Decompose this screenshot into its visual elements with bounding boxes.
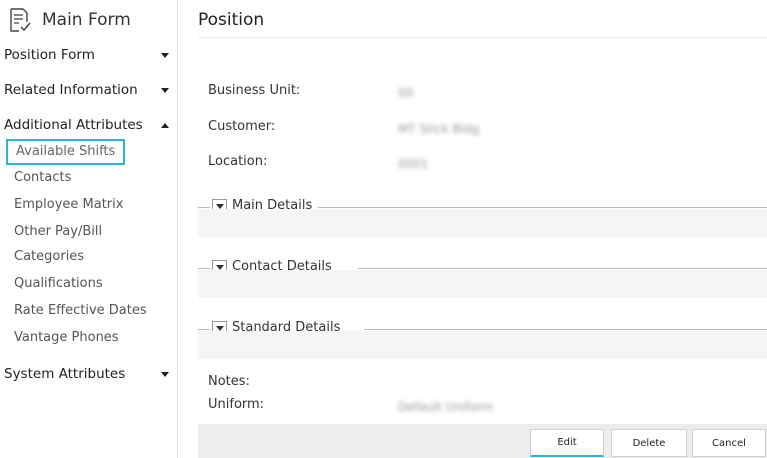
sidebar-item-contacts[interactable]: Contacts bbox=[14, 168, 71, 188]
section-body-main-details bbox=[198, 209, 767, 237]
title-divider bbox=[198, 37, 767, 38]
sidebar-item-available-shifts[interactable]: Available Shifts bbox=[6, 139, 126, 165]
business-unit-label: Business Unit: bbox=[208, 83, 301, 98]
sidebar-section-label: Additional Attributes bbox=[4, 117, 143, 133]
sidebar-section-additional-attributes[interactable]: Additional Attributes bbox=[4, 114, 173, 136]
sidebar-item-other-pay-bill[interactable]: Other Pay/Bill bbox=[14, 222, 102, 242]
uniform-label: Uniform: bbox=[208, 397, 265, 412]
customer-label: Customer: bbox=[208, 119, 276, 134]
uniform-value: Default Uniform bbox=[398, 400, 494, 414]
chevron-up-icon bbox=[161, 122, 169, 128]
section-divider bbox=[198, 268, 210, 269]
sidebar-section-label: System Attributes bbox=[4, 366, 126, 382]
main-content: Position Business Unit: 00 Customer: MT … bbox=[178, 0, 767, 458]
sidebar-header: Main Form bbox=[8, 6, 131, 34]
sidebar-item-vantage-phones[interactable]: Vantage Phones bbox=[14, 328, 119, 348]
section-body-contact-details bbox=[198, 270, 767, 298]
section-divider bbox=[318, 207, 767, 208]
chevron-down-icon bbox=[161, 87, 169, 93]
sidebar-item-employee-matrix[interactable]: Employee Matrix bbox=[14, 195, 123, 215]
cancel-button[interactable]: Cancel bbox=[692, 429, 766, 457]
sidebar-item-qualifications[interactable]: Qualifications bbox=[14, 274, 103, 294]
notes-label: Notes: bbox=[208, 374, 250, 389]
sidebar-section-label: Position Form bbox=[4, 47, 95, 63]
action-bar: Edit Delete Cancel bbox=[198, 424, 767, 458]
location-label: Location: bbox=[208, 154, 268, 169]
edit-button[interactable]: Edit bbox=[530, 429, 604, 457]
business-unit-value: 00 bbox=[398, 86, 414, 100]
section-divider bbox=[198, 329, 210, 330]
chevron-down-icon bbox=[161, 52, 169, 58]
sidebar-section-related-information[interactable]: Related Information bbox=[4, 79, 173, 101]
sidebar-item-categories[interactable]: Categories bbox=[14, 247, 84, 267]
sidebar-section-system-attributes[interactable]: System Attributes bbox=[4, 363, 173, 385]
chevron-down-icon bbox=[161, 371, 169, 377]
page-title: Position bbox=[198, 10, 265, 30]
sidebar-section-label: Related Information bbox=[4, 82, 138, 98]
section-divider bbox=[198, 207, 210, 208]
sidebar: Main Form Position Form Related Informat… bbox=[0, 0, 178, 458]
sidebar-section-position-form[interactable]: Position Form bbox=[4, 44, 173, 66]
sidebar-item-rate-effective-dates[interactable]: Rate Effective Dates bbox=[14, 301, 147, 321]
customer-value: MT Stick Bldg bbox=[398, 122, 480, 136]
delete-button[interactable]: Delete bbox=[611, 429, 687, 457]
sidebar-title: Main Form bbox=[42, 10, 131, 30]
section-divider bbox=[358, 268, 767, 269]
section-body-standard-details bbox=[198, 331, 767, 359]
location-value: 0001 bbox=[398, 157, 429, 171]
form-document-icon bbox=[8, 7, 32, 33]
section-divider bbox=[364, 329, 767, 330]
